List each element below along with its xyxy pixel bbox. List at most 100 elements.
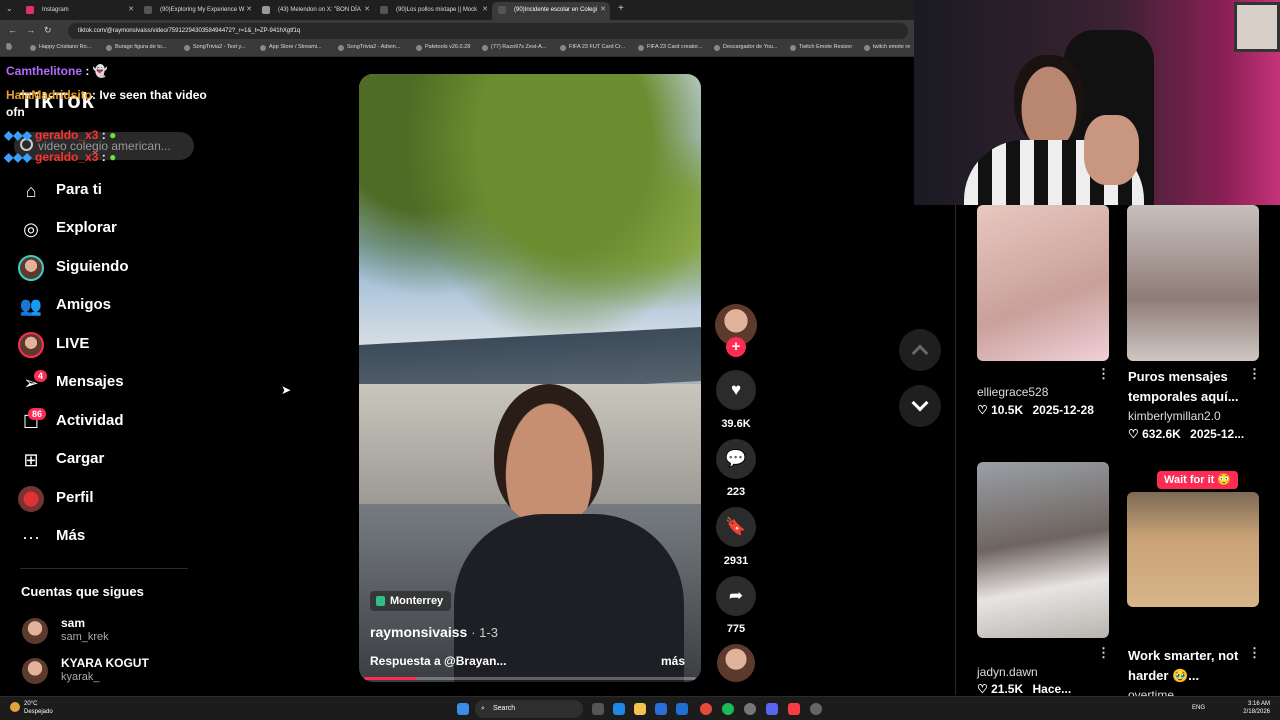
recommended-video-thumbnail[interactable] (1127, 205, 1259, 361)
video-player[interactable]: Monterrey raymonsivaiss · 1-3 Respuesta … (359, 74, 701, 682)
bookmark[interactable]: Happy Cristiano Ro... (30, 44, 91, 51)
obs-icon[interactable] (810, 703, 822, 715)
system-clock[interactable]: 3:16 AM 2/18/2026 (1243, 700, 1270, 716)
mail-icon[interactable] (676, 703, 688, 715)
chevron-down-icon (911, 394, 929, 412)
video-username[interactable]: jadyn.dawn (977, 665, 1038, 679)
close-tab-icon[interactable]: ✕ (128, 2, 134, 18)
more-options-icon[interactable]: ⋮ (1097, 366, 1110, 382)
language-indicator[interactable]: ENG (1192, 705, 1205, 711)
like-button[interactable]: ♥ (716, 370, 756, 410)
weather-widget[interactable]: 20°C Despejado (10, 700, 53, 716)
bookmark[interactable]: (77) Razo97s Zest-A... (482, 44, 546, 51)
heart-icon: ♥ (730, 380, 742, 399)
chrome-icon[interactable] (700, 703, 712, 715)
browser-tab[interactable]: (90)Los pollos mixtape || Mock ✕ (374, 2, 492, 20)
reload-icon[interactable]: ↻ (44, 25, 52, 36)
apps-icon[interactable]: ▦ (6, 43, 13, 50)
bookmark[interactable]: Paletools v26.0.28 (416, 44, 470, 51)
nav-amigos[interactable]: 👥 Amigos (18, 291, 198, 321)
nav-label: Para ti (56, 181, 102, 198)
follow-button[interactable]: + (726, 337, 746, 357)
more-options-icon[interactable]: ⋮ (1097, 645, 1110, 661)
music-icon[interactable] (788, 703, 800, 715)
bookmark[interactable]: Twitch Emote Resizer (790, 44, 852, 51)
save-button[interactable]: 🔖 (716, 507, 756, 547)
more-options-icon[interactable]: ⋮ (1248, 645, 1261, 661)
home-icon: ⌂ (25, 180, 37, 201)
location-chip[interactable]: Monterrey (370, 591, 452, 611)
windows-start-icon[interactable] (457, 703, 469, 715)
url-input[interactable]: tiktok.com/@raymonsivaiss/video/75912294… (68, 23, 908, 39)
nav-explorar[interactable]: ◎ Explorar (18, 214, 198, 244)
video-likes: 10.5K (991, 403, 1024, 417)
browser-tab[interactable]: (90)Exploring My Experience W ✕ (138, 2, 256, 20)
video-title[interactable]: Puros mensajes temporales aquí... (1128, 367, 1268, 407)
video-username[interactable]: overtime (1128, 688, 1174, 696)
video-title[interactable]: Work smarter, not harder 🥹... (1128, 646, 1268, 686)
bookmark[interactable]: Burago figura de to... (106, 44, 166, 51)
share-button[interactable]: ➦ (716, 576, 756, 616)
edge-icon[interactable] (613, 703, 625, 715)
nav-actividad[interactable]: ☐ 86 Actividad (18, 407, 198, 437)
store-icon[interactable] (655, 703, 667, 715)
browser-tab[interactable]: Instagram ✕ (20, 2, 138, 20)
profile-avatar-icon (18, 486, 44, 512)
new-tab-icon[interactable]: + (618, 3, 624, 14)
nav-perfil[interactable]: Perfil (18, 484, 198, 514)
nav-mensajes[interactable]: ➢ 4 Mensajes (18, 368, 198, 398)
taskbar-search[interactable]: ⌕ Search (475, 700, 583, 718)
nav-cargar[interactable]: ⊞ Cargar (18, 445, 198, 475)
chat-message: ◆◆◆ geraldo_x3 : ● (4, 150, 116, 164)
video-author[interactable]: raymonsivaiss · 1-3 (370, 624, 498, 640)
close-tab-icon[interactable]: ✕ (246, 2, 252, 18)
bookmark[interactable]: SongTrivia2 - Adivin... (338, 44, 400, 51)
tab-search-icon[interactable]: ⌄ (6, 4, 13, 13)
more-button[interactable]: más (661, 654, 685, 668)
more-options-icon[interactable]: ⋮ (1248, 366, 1261, 382)
video-stats: ♡ 632.6K 2025-12... (1128, 427, 1244, 441)
back-icon[interactable]: ← (8, 25, 17, 35)
close-tab-icon[interactable]: ✕ (600, 2, 606, 18)
bookmark[interactable]: SongTrivia2 - Test y... (184, 44, 245, 51)
forward-icon[interactable]: → (26, 25, 35, 35)
save-count: 2931 (723, 555, 749, 567)
video-username[interactable]: kimberlymillan2.0 (1128, 409, 1221, 423)
recommended-video-thumbnail[interactable] (977, 205, 1109, 361)
bookmark[interactable]: FIFA 23 Card creator... (638, 44, 702, 51)
nav-siguiendo[interactable]: Siguiendo (18, 253, 198, 283)
task-view-icon[interactable] (592, 703, 604, 715)
bookmark[interactable]: FIFA 23 FUT Card Cr... (560, 44, 625, 51)
clock-time: 3:16 AM (1247, 701, 1270, 707)
close-tab-icon[interactable]: ✕ (482, 2, 488, 18)
bookmark[interactable]: App Store / Streami... (260, 44, 322, 51)
music-disc[interactable] (717, 644, 755, 682)
nav-live[interactable]: LIVE (18, 330, 198, 360)
nav-para-ti[interactable]: ⌂ Para ti (18, 176, 198, 206)
previous-video-button[interactable] (899, 329, 941, 371)
recommended-video-thumbnail[interactable] (1127, 492, 1259, 607)
followed-account[interactable]: KYARA KOGUT kyarak_ (22, 656, 222, 686)
nav-mas[interactable]: ··· Más (18, 522, 198, 552)
file-explorer-icon[interactable] (634, 703, 646, 715)
comment-button[interactable]: 💬 (716, 439, 756, 479)
next-video-button[interactable] (899, 385, 941, 427)
chat-message: Camthelitone : 👻 (6, 64, 108, 78)
bookmark[interactable]: Descargador de You... (714, 44, 777, 51)
share-icon: ➦ (728, 586, 744, 605)
recommended-video-thumbnail[interactable] (977, 462, 1109, 638)
bookmark[interactable]: twitch emote re (864, 44, 910, 51)
browser-tab-active[interactable]: (90)Incidente escolar en Colegi ✕ (492, 2, 610, 20)
close-tab-icon[interactable]: ✕ (364, 2, 370, 18)
video-stats: ♡ 10.5K 2025-12-28 (977, 403, 1094, 417)
nav-label: Mensajes (56, 373, 124, 390)
video-caption: Respuesta a @Brayan... (370, 654, 507, 668)
spotify-icon[interactable] (722, 703, 734, 715)
followed-account[interactable]: sam sam_krek (22, 616, 222, 646)
streamer-hand (1084, 115, 1139, 185)
steam-icon[interactable] (744, 703, 756, 715)
discord-icon[interactable] (766, 703, 778, 715)
browser-tab[interactable]: (43) Melendon on X: "BON DÍA ✕ (256, 2, 374, 20)
video-username[interactable]: elliegrace528 (977, 385, 1048, 399)
video-progress-bar[interactable] (364, 677, 696, 680)
